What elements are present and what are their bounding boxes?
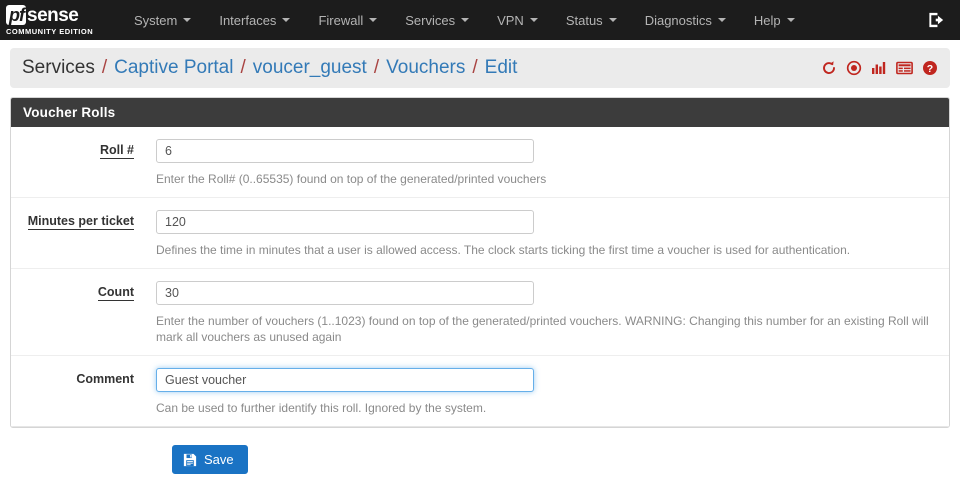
stop-circle-icon xyxy=(846,60,862,76)
logo-edition-text: COMMUNITY EDITION xyxy=(6,27,102,36)
refresh-button[interactable] xyxy=(821,60,837,76)
label-count-text: Count xyxy=(98,285,134,301)
nav-item-interfaces[interactable]: Interfaces xyxy=(205,0,304,40)
form-row-comment: Comment Can be used to further identify … xyxy=(11,356,949,427)
voucher-rolls-panel: Voucher Rolls Roll # Enter the Roll# (0.… xyxy=(10,97,950,428)
chevron-down-icon xyxy=(282,18,290,22)
breadcrumb: Services / Captive Portal / voucer_guest… xyxy=(10,48,950,88)
chevron-down-icon xyxy=(369,18,377,22)
chevron-down-icon xyxy=(530,18,538,22)
panel-title: Voucher Rolls xyxy=(11,98,949,127)
nav-item-help-label: Help xyxy=(754,13,781,28)
nav-item-help[interactable]: Help xyxy=(740,0,809,40)
label-comment: Comment xyxy=(11,368,156,416)
stop-button[interactable] xyxy=(846,60,862,76)
nav-item-vpn[interactable]: VPN xyxy=(483,0,552,40)
nav-item-firewall[interactable]: Firewall xyxy=(304,0,391,40)
breadcrumb-item-edit[interactable]: Edit xyxy=(485,57,518,79)
form-row-count: Count Enter the number of vouchers (1..1… xyxy=(11,269,949,356)
breadcrumb-separator: / xyxy=(472,57,477,79)
label-minutes-per-ticket-text: Minutes per ticket xyxy=(28,214,134,230)
help-minutes-per-ticket: Defines the time in minutes that a user … xyxy=(156,242,933,258)
nav-item-diagnostics[interactable]: Diagnostics xyxy=(631,0,740,40)
label-roll-number-text: Roll # xyxy=(100,143,134,159)
nav-item-firewall-label: Firewall xyxy=(318,13,363,28)
field-count: Enter the number of vouchers (1..1023) f… xyxy=(156,281,949,345)
help-circle-icon: ? xyxy=(922,60,938,76)
nav-item-system-label: System xyxy=(134,13,177,28)
logo-wordmark: pf sense xyxy=(6,5,102,26)
breadcrumb-item-captive-portal[interactable]: Captive Portal xyxy=(114,57,233,79)
nav-item-services-label: Services xyxy=(405,13,455,28)
help-count: Enter the number of vouchers (1..1023) f… xyxy=(156,313,933,345)
save-button-label: Save xyxy=(204,452,234,467)
form-row-minutes-per-ticket: Minutes per ticket Defines the time in m… xyxy=(11,198,949,269)
label-roll-number: Roll # xyxy=(11,139,156,187)
save-floppy-icon xyxy=(183,453,197,467)
logo-sense-text: sense xyxy=(27,6,78,25)
breadcrumb-item-voucer-guest[interactable]: voucer_guest xyxy=(253,57,367,79)
help-button[interactable]: ? xyxy=(922,60,938,76)
logout-button[interactable] xyxy=(927,11,946,30)
nav-item-status[interactable]: Status xyxy=(552,0,631,40)
form-row-roll-number: Roll # Enter the Roll# (0..65535) found … xyxy=(11,127,949,198)
main-menu: System Interfaces Firewall Services VPN … xyxy=(120,0,809,40)
label-minutes-per-ticket: Minutes per ticket xyxy=(11,210,156,258)
chevron-down-icon xyxy=(787,18,795,22)
nav-item-services[interactable]: Services xyxy=(391,0,483,40)
nav-item-interfaces-label: Interfaces xyxy=(219,13,276,28)
breadcrumb-item-services: Services xyxy=(22,57,95,79)
pfsense-logo[interactable]: pf sense COMMUNITY EDITION xyxy=(6,5,102,36)
breadcrumb-actions: ? xyxy=(821,60,938,76)
refresh-icon xyxy=(821,60,837,76)
breadcrumb-item-vouchers[interactable]: Vouchers xyxy=(386,57,465,79)
list-button[interactable] xyxy=(896,60,913,76)
bar-chart-icon xyxy=(871,60,887,76)
count-input[interactable] xyxy=(156,281,534,305)
roll-number-input[interactable] xyxy=(156,139,534,163)
nav-item-status-label: Status xyxy=(566,13,603,28)
comment-input[interactable] xyxy=(156,368,534,392)
chevron-down-icon xyxy=(461,18,469,22)
save-button[interactable]: Save xyxy=(172,445,248,474)
nav-item-system[interactable]: System xyxy=(120,0,205,40)
label-count: Count xyxy=(11,281,156,345)
help-roll-number: Enter the Roll# (0..65535) found on top … xyxy=(156,171,933,187)
logo-pf-text: pf xyxy=(6,5,26,25)
list-icon xyxy=(896,60,913,76)
chevron-down-icon xyxy=(609,18,617,22)
logout-icon xyxy=(927,11,946,30)
nav-item-vpn-label: VPN xyxy=(497,13,524,28)
chevron-down-icon xyxy=(183,18,191,22)
field-minutes-per-ticket: Defines the time in minutes that a user … xyxy=(156,210,949,258)
chart-button[interactable] xyxy=(871,60,887,76)
field-roll-number: Enter the Roll# (0..65535) found on top … xyxy=(156,139,949,187)
top-navbar: pf sense COMMUNITY EDITION System Interf… xyxy=(0,0,960,40)
panel-body: Roll # Enter the Roll# (0..65535) found … xyxy=(11,127,949,427)
help-comment: Can be used to further identify this rol… xyxy=(156,400,933,416)
minutes-per-ticket-input[interactable] xyxy=(156,210,534,234)
svg-text:?: ? xyxy=(927,63,933,75)
label-comment-text: Comment xyxy=(76,372,134,386)
breadcrumb-separator: / xyxy=(374,57,379,79)
field-comment: Can be used to further identify this rol… xyxy=(156,368,949,416)
nav-item-diagnostics-label: Diagnostics xyxy=(645,13,712,28)
chevron-down-icon xyxy=(718,18,726,22)
breadcrumb-separator: / xyxy=(102,57,107,79)
breadcrumb-separator: / xyxy=(240,57,245,79)
